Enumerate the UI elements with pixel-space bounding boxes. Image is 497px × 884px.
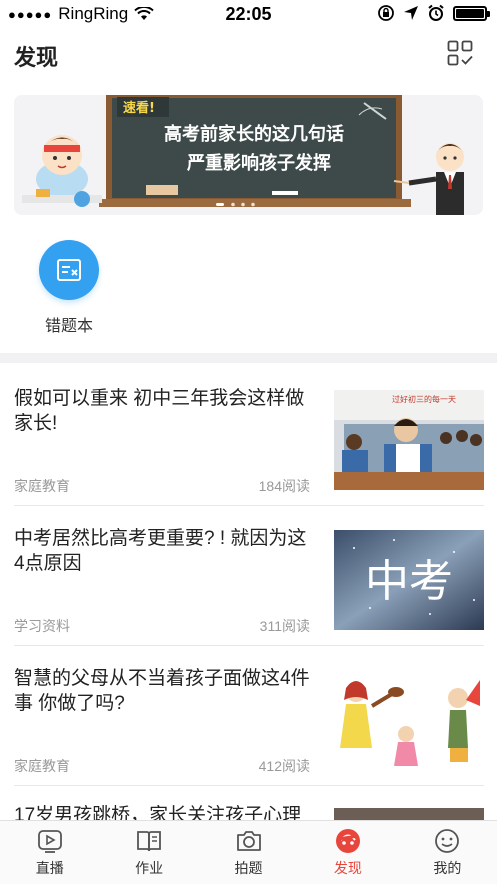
article-item[interactable]: 假如可以重来 初中三年我会这样做家长! 家庭教育 184阅读 过好初三的每一天 xyxy=(14,366,484,506)
article-separator xyxy=(14,785,484,786)
article-title: 假如可以重来 初中三年我会这样做家长! xyxy=(14,388,305,434)
article-thumbnail: 中考 xyxy=(334,530,484,630)
discover-icon xyxy=(335,829,360,853)
svg-text:中考: 中考 xyxy=(365,556,453,607)
article-category: 家庭教育 xyxy=(14,758,70,774)
article-title-partial[interactable]: 17岁男孩跳桥，家长关注孩子心理 xyxy=(14,803,314,820)
article-item[interactable]: 中考居然比高考更重要? ! 就因为这4点原因 学习资料 311阅读 中考 xyxy=(14,506,484,646)
article-read-count: 184阅读 xyxy=(258,478,310,494)
section-divider xyxy=(0,353,497,363)
alarm-icon xyxy=(428,4,444,21)
tab-discover[interactable]: 发现 xyxy=(298,821,397,884)
banner-tag: 速看! xyxy=(123,100,155,116)
tab-label: 拍题 xyxy=(234,860,263,876)
page-title: 发现 xyxy=(14,45,59,70)
tab-label: 直播 xyxy=(35,860,64,876)
homework-book-icon xyxy=(137,831,162,852)
article-thumbnail-partial xyxy=(334,808,484,820)
rotation-lock-icon xyxy=(378,5,394,21)
tab-profile[interactable]: 我的 xyxy=(398,821,497,884)
article-read-count: 311阅读 xyxy=(259,618,310,634)
shortcut-wrong-answer-book[interactable]: 错题本 xyxy=(36,240,102,336)
tab-label: 我的 xyxy=(433,860,462,876)
status-right xyxy=(377,4,490,22)
shortcut-label: 错题本 xyxy=(44,318,93,335)
tab-photo-question[interactable]: 拍题 xyxy=(199,821,298,884)
wrong-answer-book-icon xyxy=(39,240,99,300)
battery-icon xyxy=(453,5,490,21)
status-bar: ●●●●● RingRing 22:05 xyxy=(0,0,497,28)
article-title: 智慧的父母从不当着孩子面做这4件事 你做了吗? xyxy=(14,668,310,714)
article-title: 中考居然比高考更重要? ! 就因为这4点原因 xyxy=(14,528,307,574)
article-category: 家庭教育 xyxy=(14,478,70,494)
tab-label: 发现 xyxy=(333,860,362,876)
article-category: 学习资料 xyxy=(14,618,70,634)
live-play-icon xyxy=(37,830,62,853)
article-read-count: 412阅读 xyxy=(258,758,310,774)
article-thumbnail: 过好初三的每一天 xyxy=(334,390,484,490)
tab-homework[interactable]: 作业 xyxy=(99,821,198,884)
article-item[interactable]: 智慧的父母从不当着孩子面做这4件事 你做了吗? 家庭教育 412阅读 xyxy=(14,646,484,786)
tab-label: 作业 xyxy=(135,860,164,876)
location-arrow-icon xyxy=(404,6,418,20)
smiley-profile-icon xyxy=(435,829,460,853)
article-thumbnail xyxy=(334,670,484,770)
tab-live[interactable]: 直播 xyxy=(0,821,99,884)
category-grid-icon[interactable] xyxy=(447,40,473,66)
promo-banner[interactable]: 速看! 高考前家长的这几句话 严重影响孩子发挥 xyxy=(14,95,483,215)
svg-text:过好初三的每一天: 过好初三的每一天 xyxy=(392,394,456,404)
nav-bar: 发现 xyxy=(0,30,497,74)
camera-icon xyxy=(236,831,261,851)
tab-bar: 直播 作业 拍题 发现 我的 xyxy=(0,820,497,884)
banner-line-1: 高考前家长的这几句话 xyxy=(164,123,344,145)
banner-line-2: 严重影响孩子发挥 xyxy=(187,152,331,174)
